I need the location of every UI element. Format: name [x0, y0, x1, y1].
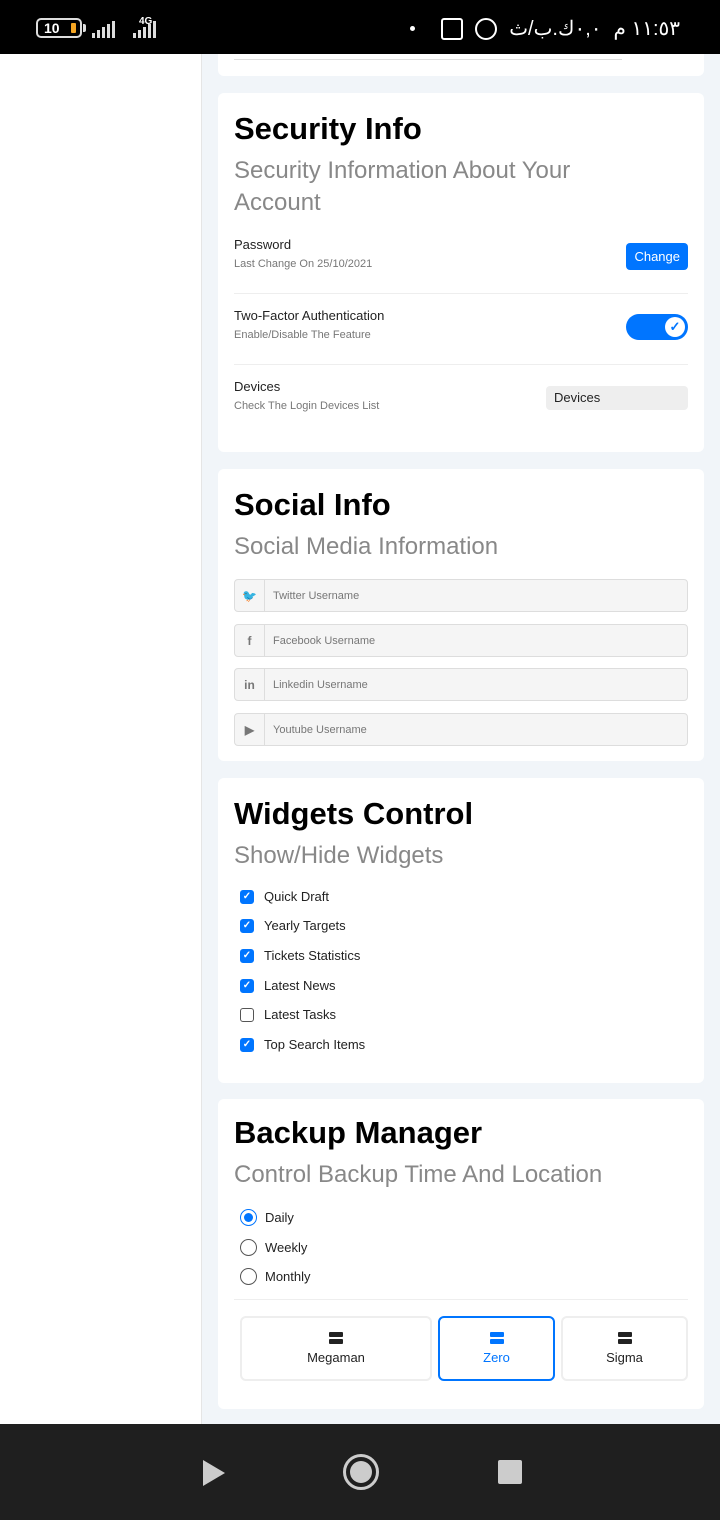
alarm-icon [475, 17, 498, 40]
facebook-input[interactable]: Facebook Username [265, 625, 375, 656]
devices-row: Devices Check The Login Devices List Dev… [234, 379, 688, 412]
clock: ١١:٥٣ م [613, 18, 680, 40]
input-underline [234, 59, 622, 60]
twitter-input[interactable]: Twitter Username [265, 580, 359, 611]
radio-label: Weekly [265, 1240, 308, 1255]
widget-quick-draft[interactable]: ✓ Quick Draft [240, 889, 329, 904]
divider [234, 1299, 688, 1300]
checkbox-checked-icon[interactable]: ✓ [240, 948, 254, 963]
facebook-field[interactable]: f Facebook Username [234, 624, 688, 657]
linkedin-field[interactable]: in Linkedin Username [234, 668, 688, 701]
twofa-toggle[interactable]: ✓ [626, 314, 688, 340]
widget-top-search-items[interactable]: ✓ Top Search Items [240, 1037, 365, 1052]
youtube-icon: ▶ [235, 714, 265, 745]
linkedin-icon: in [235, 669, 265, 700]
back-icon[interactable] [203, 1460, 225, 1486]
server-icon [489, 1332, 504, 1344]
status-right: ٠,٠ك.ب/ث ١١:٥٣ م [410, 16, 680, 41]
widgets-subtitle: Show/Hide Widgets [234, 842, 444, 869]
password-desc: Last Change On 25/10/2021 [234, 258, 373, 270]
backup-daily-option[interactable]: Daily [240, 1209, 294, 1226]
server-icon [329, 1332, 343, 1344]
widget-label: Top Search Items [264, 1037, 366, 1052]
server-label: Megaman [307, 1350, 365, 1365]
widget-label: Latest Tasks [264, 1007, 337, 1022]
radio-label: Daily [265, 1210, 294, 1225]
signal-icon [92, 18, 115, 38]
status-bar: 10 4G ٠,٠ك.ب/ث ١١:٥٣ م [0, 0, 720, 54]
home-icon[interactable] [343, 1454, 379, 1490]
twofa-desc: Enable/Disable The Feature [234, 329, 371, 341]
change-password-button[interactable]: Change [626, 243, 688, 270]
devices-button[interactable]: Devices [546, 386, 688, 410]
widget-label: Quick Draft [264, 889, 330, 904]
security-card: Security Info Security Information About… [218, 93, 704, 452]
server-megaman[interactable]: Megaman [240, 1316, 432, 1381]
social-card: Social Info Social Media Information 🐦 T… [218, 469, 704, 761]
password-label: Password [234, 237, 292, 252]
check-icon: ✓ [665, 317, 685, 337]
sidebar [0, 54, 202, 1424]
backup-title: Backup Manager [234, 1115, 483, 1150]
widget-label: Latest News [264, 978, 336, 993]
backup-card: Backup Manager Control Backup Time And L… [218, 1099, 704, 1409]
social-subtitle: Social Media Information [234, 533, 499, 560]
twofa-row: Two-Factor Authentication Enable/Disable… [234, 308, 688, 341]
divider [234, 293, 688, 294]
widgets-card: Widgets Control Show/Hide Widgets ✓ Quic… [218, 778, 704, 1083]
twitter-field[interactable]: 🐦 Twitter Username [234, 579, 688, 612]
main-content: Security Info Security Information About… [202, 54, 720, 1424]
social-title: Social Info [234, 487, 391, 522]
checkbox-checked-icon[interactable]: ✓ [240, 978, 254, 993]
facebook-icon: f [235, 625, 265, 656]
widgets-title: Widgets Control [234, 796, 474, 831]
server-label: Zero [483, 1350, 510, 1365]
data-speed: ٠,٠ك.ب/ث [509, 18, 602, 40]
widget-label: Tickets Statistics [264, 948, 361, 963]
password-row: Password Last Change On 25/10/2021 Chang… [234, 237, 688, 270]
backup-monthly-option[interactable]: Monthly [240, 1268, 311, 1285]
widget-yearly-targets[interactable]: ✓ Yearly Targets [240, 918, 346, 933]
linkedin-input[interactable]: Linkedin Username [265, 669, 368, 700]
battery-level: 10 [44, 20, 60, 36]
status-left: 10 4G [36, 16, 156, 38]
security-subtitle: Security Information About Your Account [234, 157, 571, 216]
checkbox-unchecked-icon[interactable] [240, 1007, 254, 1022]
widget-latest-tasks[interactable]: Latest Tasks [240, 1007, 336, 1022]
network-type: 4G [139, 16, 153, 27]
battery-icon: 10 [36, 18, 86, 38]
radio-icon[interactable] [240, 1239, 257, 1256]
checkbox-checked-icon[interactable]: ✓ [240, 1037, 254, 1052]
backup-subtitle: Control Backup Time And Location [234, 1161, 603, 1188]
twofa-label: Two-Factor Authentication [234, 308, 385, 323]
server-icon [617, 1332, 632, 1344]
checkbox-checked-icon[interactable]: ✓ [240, 918, 254, 933]
security-title: Security Info [234, 111, 422, 146]
radio-icon[interactable] [240, 1268, 257, 1285]
calendar-icon [441, 17, 464, 40]
widget-latest-news[interactable]: ✓ Latest News [240, 978, 336, 993]
divider [234, 364, 688, 365]
youtube-input[interactable]: Youtube Username [265, 714, 367, 745]
server-zero[interactable]: Zero [438, 1316, 555, 1381]
radio-selected-icon[interactable] [240, 1209, 257, 1226]
widget-tickets-statistics[interactable]: ✓ Tickets Statistics [240, 948, 360, 963]
previous-card [218, 54, 704, 76]
widget-label: Yearly Targets [264, 918, 346, 933]
navigation-bar [0, 1424, 720, 1520]
server-sigma[interactable]: Sigma [561, 1316, 688, 1381]
youtube-field[interactable]: ▶ Youtube Username [234, 713, 688, 746]
recent-apps-icon[interactable] [498, 1460, 522, 1484]
checkbox-checked-icon[interactable]: ✓ [240, 889, 254, 904]
radio-label: Monthly [265, 1269, 311, 1284]
notification-dot-icon [410, 26, 416, 31]
twitter-icon: 🐦 [235, 580, 265, 611]
backup-weekly-option[interactable]: Weekly [240, 1239, 307, 1256]
server-label: Sigma [606, 1350, 643, 1365]
